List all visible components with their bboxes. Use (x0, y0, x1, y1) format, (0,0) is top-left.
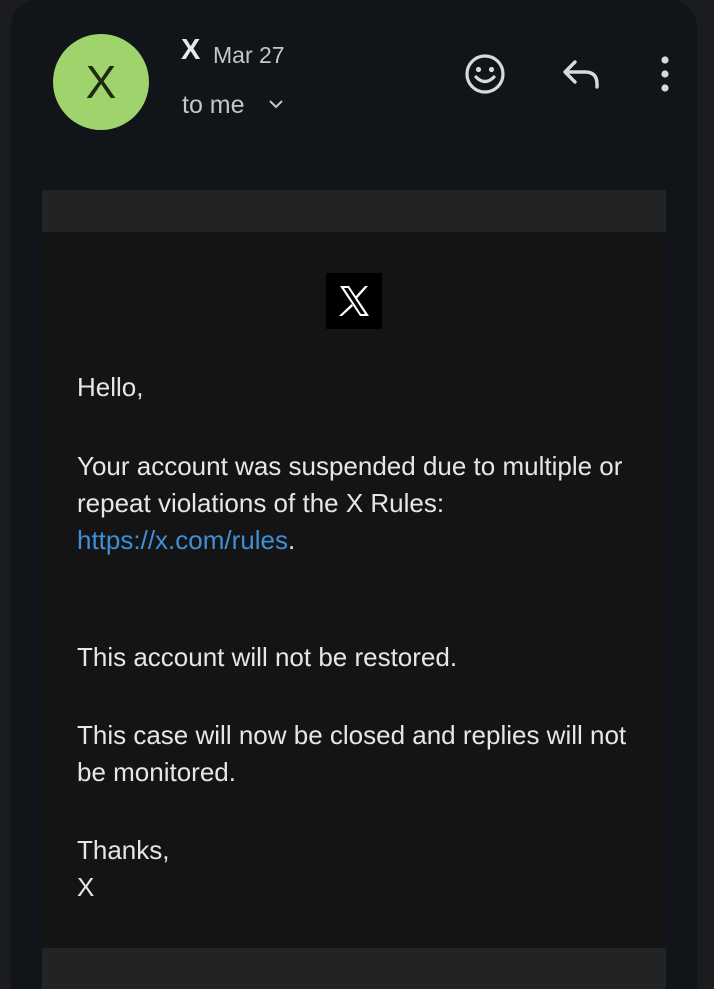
recipient-label[interactable]: to me (182, 91, 245, 120)
x-logo-icon (339, 286, 369, 316)
suspension-text: Your account was suspended due to multip… (77, 451, 623, 518)
email-header-bar (42, 190, 666, 232)
chevron-down-icon[interactable] (268, 96, 284, 112)
more-vert-icon[interactable] (651, 52, 679, 96)
email-body: Hello, Your account was suspended due to… (42, 190, 666, 989)
sender-name[interactable]: X (181, 34, 200, 67)
link-suffix: . (287, 525, 296, 555)
signature-text: X (77, 872, 95, 902)
email-date: Mar 27 (213, 42, 285, 68)
emoji-smile-icon[interactable] (463, 52, 507, 96)
rules-link[interactable]: https://x.com/rules (77, 525, 288, 555)
suspension-paragraph: Your account was suspended due to multip… (77, 448, 637, 559)
email-greeting: Hello, (77, 372, 144, 402)
restore-paragraph: This account will not be restored. (77, 642, 458, 672)
sender-avatar[interactable]: X (53, 34, 149, 130)
signoff: Thanks, X (77, 832, 637, 906)
email-footer-bar (42, 948, 666, 989)
closing-text: Thanks, (77, 835, 170, 865)
reply-icon[interactable] (559, 54, 603, 94)
case-paragraph: This case will now be closed and replies… (77, 720, 627, 787)
x-logo (326, 273, 382, 329)
